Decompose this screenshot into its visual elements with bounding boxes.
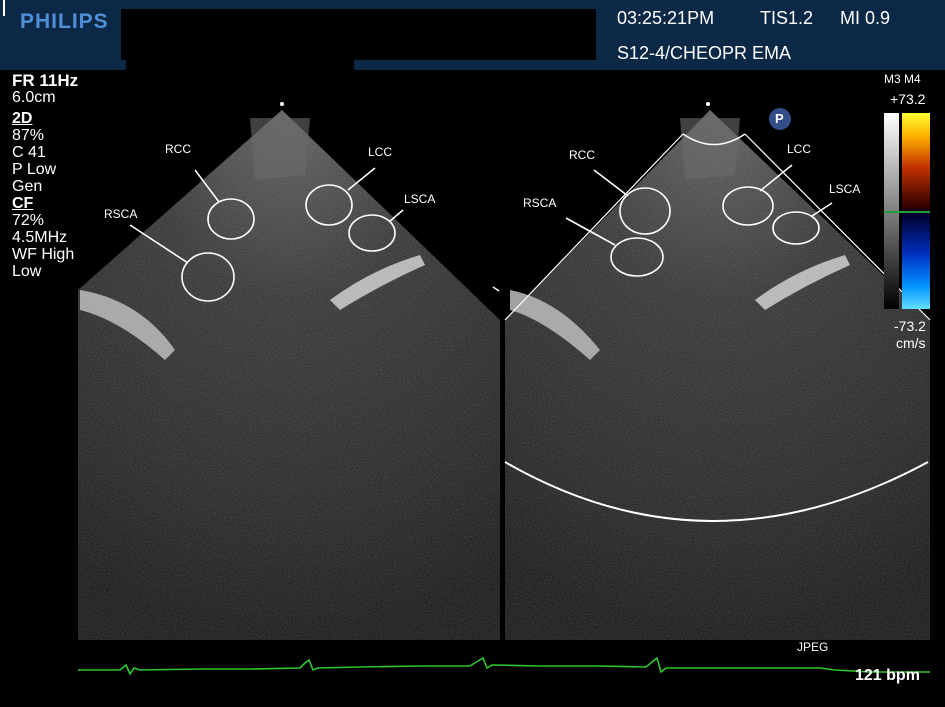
label-lcc-left: LCC bbox=[368, 145, 393, 159]
power: P Low bbox=[12, 161, 57, 178]
label-rsca-right: RSCA bbox=[523, 196, 557, 210]
color-velocity-bar bbox=[884, 113, 930, 309]
gain-2d: 87% bbox=[12, 127, 45, 144]
label-lcc-right: LCC bbox=[787, 142, 812, 156]
label-rcc-right: RCC bbox=[569, 148, 595, 162]
wall-filter: WF High bbox=[12, 246, 75, 263]
p-marker-label: P bbox=[775, 111, 784, 126]
gen: Gen bbox=[12, 178, 43, 195]
frequency: 4.5MHz bbox=[12, 229, 68, 246]
ecg-trace bbox=[78, 656, 930, 676]
left-sector-image bbox=[78, 102, 500, 640]
compress: C 41 bbox=[12, 144, 46, 161]
color-bar-max: +73.2 bbox=[890, 91, 926, 107]
color-bar-modes: M3 M4 bbox=[884, 72, 921, 86]
frame-rate: FR 11Hz bbox=[12, 71, 79, 90]
mode-cf: CF bbox=[12, 195, 34, 212]
label-lsca-right: LSCA bbox=[829, 182, 861, 196]
mode-2d: 2D bbox=[12, 110, 33, 127]
imaging-parameters-panel: FR 11Hz 6.0cm 2D 87% C 41 P Low Gen CF 7… bbox=[12, 72, 92, 280]
right-sector-image bbox=[504, 102, 931, 640]
format-label: JPEG bbox=[797, 640, 829, 654]
depth: 6.0cm bbox=[12, 89, 56, 106]
label-rcc-left: RCC bbox=[165, 142, 191, 156]
color-bar-min: -73.2 bbox=[894, 318, 926, 334]
label-rsca-left: RSCA bbox=[104, 207, 138, 221]
low-setting: Low bbox=[12, 263, 42, 280]
gain-cf: 72% bbox=[12, 212, 45, 229]
heart-rate: 121 bpm bbox=[855, 667, 920, 684]
ultrasound-scan bbox=[78, 102, 931, 676]
color-bar-unit: cm/s bbox=[896, 335, 926, 351]
label-lsca-left: LSCA bbox=[404, 192, 436, 206]
